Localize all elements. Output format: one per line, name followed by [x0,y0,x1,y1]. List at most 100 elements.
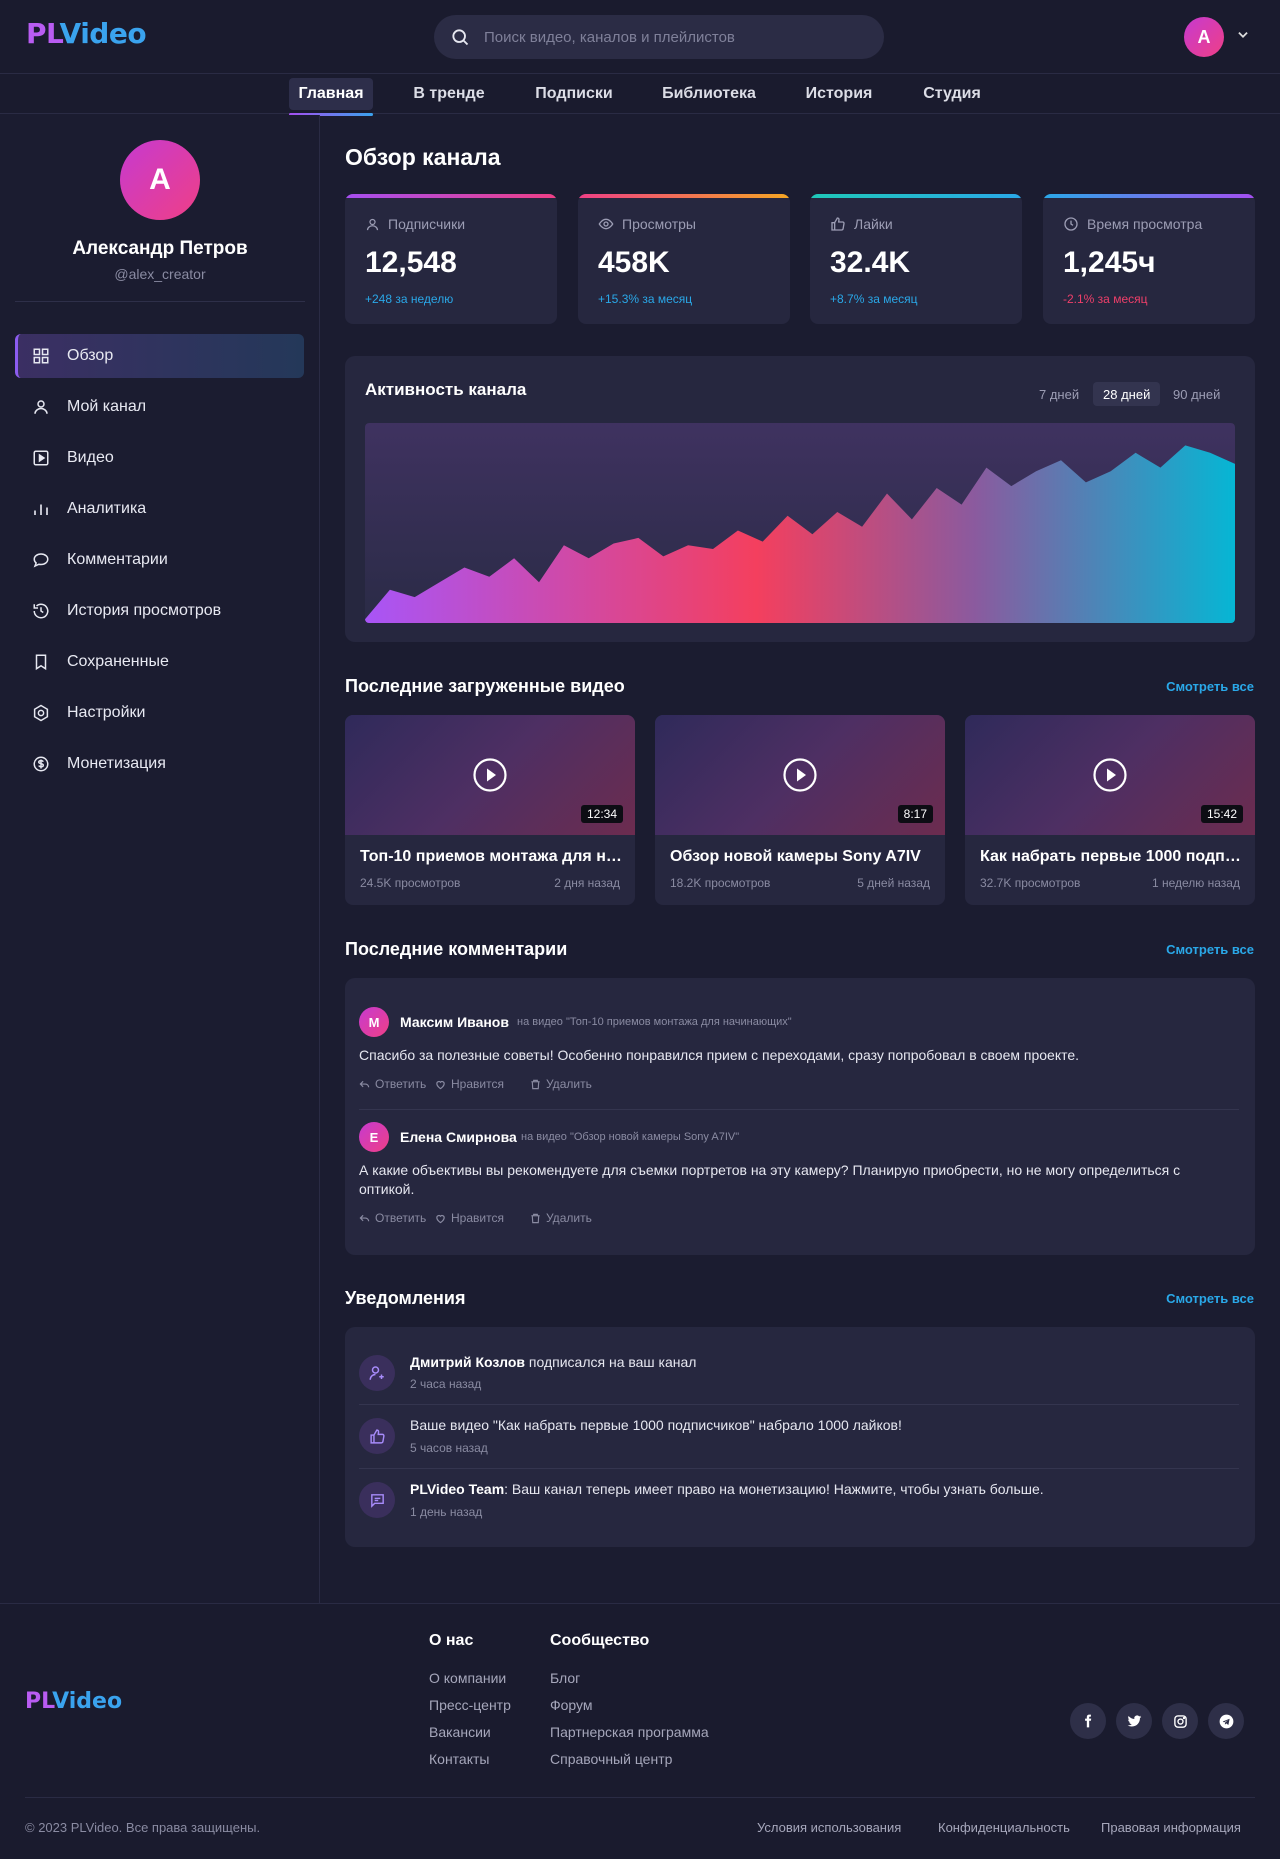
sidebar-item-overview[interactable]: Обзор [15,334,304,378]
social-facebook-button[interactable] [1070,1703,1106,1739]
footer-legal-link[interactable]: Правовая информация [1101,1820,1241,1835]
sidebar-item-label: Сохраненные [67,653,169,670]
sidebar-item-monetization[interactable]: Монетизация [15,742,304,786]
tab-home[interactable]: Главная [289,78,373,116]
reply-button[interactable]: Ответить [359,1211,426,1225]
video-thumbnail[interactable]: 15:42 [965,715,1255,835]
notification-text[interactable]: PLVideo Team: Ваш канал теперь имеет пра… [410,1481,1044,1497]
stat-value: 32.4K [830,246,911,279]
delete-button[interactable]: Удалить [530,1211,592,1225]
sidebar-item-label: Обзор [67,347,114,364]
sidebar-item-saved[interactable]: Сохраненные [15,640,304,684]
tab-library[interactable]: Библиотека [657,78,761,110]
search-box[interactable] [434,15,884,59]
video-title[interactable]: Топ-10 приемов монтажа для начинающих [360,848,622,866]
comment-divider [359,1109,1239,1110]
sidebar-item-comments[interactable]: Комментарии [15,538,304,582]
sidebar-item-label: Аналитика [67,500,147,517]
play-icon[interactable] [1092,757,1128,793]
comment-avatar[interactable]: М [359,1007,389,1037]
sidebar-item-videos[interactable]: Видео [15,436,304,480]
stat-accent-bar [1043,194,1255,198]
logo-text-video: Video [59,17,147,50]
tab-subscriptions[interactable]: Подписки [530,78,618,110]
comment-avatar[interactable]: Е [359,1122,389,1152]
videos-see-all-link[interactable]: Смотреть все [1166,679,1254,694]
heart-icon [436,1080,445,1089]
like-button[interactable]: Нравится [435,1077,504,1091]
stat-accent-bar [578,194,790,198]
social-instagram-button[interactable] [1162,1703,1198,1739]
footer-link[interactable]: Справочный центр [550,1751,672,1767]
tab-trending[interactable]: В тренде [405,78,493,110]
footer-link[interactable]: Вакансии [429,1724,491,1740]
range-90-days[interactable]: 90 дней [1163,382,1230,406]
footer-link[interactable]: Контакты [429,1751,489,1767]
play-icon[interactable] [782,757,818,793]
activity-chart [365,423,1235,623]
sidebar-item-my-channel[interactable]: Мой канал [15,385,304,429]
footer-link[interactable]: Форум [550,1697,593,1713]
stat-label: Просмотры [598,216,696,232]
notification-text[interactable]: Ваше видео "Как набрать первые 1000 подп… [410,1417,902,1433]
profile-avatar[interactable]: А [120,140,200,220]
notification-time: 2 часа назад [410,1377,482,1391]
sidebar-item-history[interactable]: История просмотров [15,589,304,633]
stat-label-text: Просмотры [622,216,696,232]
video-title[interactable]: Как набрать первые 1000 подписчиков [980,848,1242,866]
notification-message: подписался на ваш канал [525,1354,697,1370]
comments-see-all-link[interactable]: Смотреть все [1166,942,1254,957]
user-avatar[interactable]: А [1184,17,1224,57]
video-title[interactable]: Обзор новой камеры Sony A7IV [670,848,932,866]
footer-link[interactable]: Блог [550,1670,580,1686]
notification-message: : Ваш канал теперь имеет право на монети… [504,1481,1044,1497]
video-card[interactable]: 12:34 Топ-10 приемов монтажа для начинаю… [345,715,635,905]
notification-text[interactable]: Дмитрий Козлов подписался на ваш канал [410,1354,696,1370]
footer-link[interactable]: О компании [429,1670,506,1686]
like-label: Нравится [451,1211,504,1225]
video-thumbnail[interactable]: 12:34 [345,715,635,835]
history-icon [31,601,51,621]
video-card[interactable]: 15:42 Как набрать первые 1000 подписчико… [965,715,1255,905]
logo-text-pl: PL [26,17,60,50]
comment-video-ref[interactable]: на видео "Обзор новой камеры Sony A7IV" [521,1131,739,1143]
video-date: 5 дней назад [857,876,930,890]
reply-button[interactable]: Ответить [359,1077,426,1091]
sidebar-item-label: Видео [67,449,114,466]
video-card[interactable]: 8:17 Обзор новой камеры Sony A7IV 18.2K … [655,715,945,905]
footer-legal-link[interactable]: Условия использования [757,1820,901,1835]
range-7-days[interactable]: 7 дней [1029,382,1089,406]
social-telegram-button[interactable] [1208,1703,1244,1739]
footer-logo[interactable]: PLVideo [25,1689,122,1714]
video-date: 1 неделю назад [1151,876,1240,890]
footer-legal-link[interactable]: Конфиденциальность [938,1820,1070,1835]
social-twitter-button[interactable] [1116,1703,1152,1739]
comment-author[interactable]: Максим Иванов [400,1014,509,1030]
notification-time: 1 день назад [410,1505,483,1519]
tab-studio[interactable]: Студия [917,78,987,110]
delete-button[interactable]: Удалить [530,1077,592,1091]
play-icon[interactable] [472,757,508,793]
message-icon [370,1493,384,1508]
range-28-days[interactable]: 28 дней [1093,382,1161,406]
comment-author[interactable]: Елена Смирнова [400,1129,517,1145]
reply-label: Ответить [375,1077,427,1091]
search-input[interactable] [484,15,864,59]
footer-link[interactable]: Пресс-центр [429,1697,511,1713]
stat-label: Время просмотра [1063,216,1202,232]
footer-link[interactable]: Партнерская программа [550,1724,709,1740]
search-icon[interactable] [450,27,470,47]
like-icon [831,217,845,231]
reply-icon [359,1080,370,1087]
sidebar-item-analytics[interactable]: Аналитика [15,487,304,531]
logo[interactable]: PLVideo [26,17,147,50]
stat-accent-bar [345,194,557,198]
notifications-see-all-link[interactable]: Смотреть все [1166,1291,1254,1306]
video-icon [31,448,51,468]
sidebar-item-settings[interactable]: Настройки [15,691,304,735]
comment-video-ref[interactable]: на видео "Топ-10 приемов монтажа для нач… [517,1016,792,1028]
tab-history[interactable]: История [798,78,880,110]
like-button[interactable]: Нравится [435,1211,504,1225]
chevron-down-icon[interactable] [1236,28,1250,42]
video-thumbnail[interactable]: 8:17 [655,715,945,835]
